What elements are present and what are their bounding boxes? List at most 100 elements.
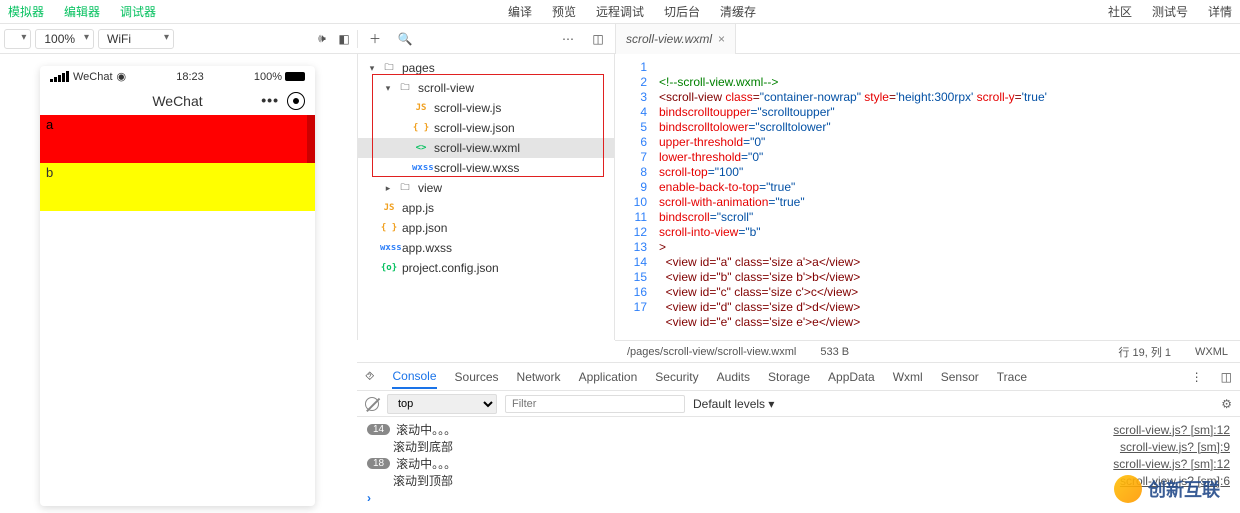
- btn-background[interactable]: 切后台: [664, 3, 700, 20]
- lang-mode[interactable]: WXML: [1195, 346, 1228, 358]
- carrier-label: WeChat: [73, 71, 113, 83]
- file-project-config[interactable]: {o}project.config.json: [358, 258, 614, 278]
- network-dropdown[interactable]: WiFi: [98, 29, 174, 49]
- btn-compile[interactable]: 编译: [508, 3, 532, 20]
- folder-icon: 🗀: [380, 60, 398, 76]
- log-row: 18滚动中。。。scroll-view.js? [sm]:12: [367, 455, 1230, 472]
- zoom-dropdown[interactable]: 100%: [35, 29, 94, 49]
- editor-statusbar: /pages/scroll-view/scroll-view.wxml 533 …: [615, 340, 1240, 362]
- file-scroll-view-wxml[interactable]: <>scroll-view.wxml: [358, 138, 614, 158]
- dt-more-icon[interactable]: ⋮: [1191, 370, 1203, 384]
- tab-simulator[interactable]: 模拟器: [8, 3, 44, 20]
- log-source-link[interactable]: scroll-view.js? [sm]:12: [1113, 457, 1230, 471]
- file-app-js[interactable]: JSapp.js: [358, 198, 614, 218]
- device-dropdown[interactable]: [4, 29, 31, 49]
- log-count-badge: 18: [367, 458, 390, 469]
- wifi-icon: ◉: [117, 70, 127, 83]
- devtools-panel: ⯑ Console Sources Network Application Se…: [357, 362, 1240, 510]
- search-icon[interactable]: 🔍: [396, 30, 414, 48]
- log-row: 14滚动中。。。scroll-view.js? [sm]:12: [367, 421, 1230, 438]
- phone-statusbar: WeChat ◉ 18:23 100%: [40, 66, 315, 87]
- btn-details[interactable]: 详情: [1208, 3, 1232, 20]
- dt-tab-console[interactable]: Console: [392, 369, 436, 389]
- folder-scroll-view[interactable]: ▾🗀scroll-view: [358, 78, 614, 98]
- dt-tab-trace[interactable]: Trace: [997, 370, 1027, 384]
- js-icon: JS: [412, 103, 430, 113]
- dt-tab-audits[interactable]: Audits: [717, 370, 750, 384]
- capsule-menu-icon[interactable]: •••: [261, 92, 279, 110]
- btn-community[interactable]: 社区: [1108, 3, 1132, 20]
- dt-tab-sources[interactable]: Sources: [455, 370, 499, 384]
- file-size: 533 B: [820, 346, 849, 358]
- dt-dock-icon[interactable]: ◫: [1221, 370, 1232, 384]
- code-editor[interactable]: 1234567891011121314151617 <!--scroll-vie…: [615, 54, 1240, 340]
- log-row: 滚动到顶部scroll-view.js? [sm]:6: [367, 472, 1230, 489]
- split-icon[interactable]: ◫: [589, 30, 607, 48]
- wxss-icon: wxss: [380, 243, 398, 253]
- file-app-wxss[interactable]: wxssapp.wxss: [358, 238, 614, 258]
- file-scroll-view-json[interactable]: { }scroll-view.json: [358, 118, 614, 138]
- context-select[interactable]: top: [387, 394, 497, 414]
- cursor-pos: 行 19, 列 1: [1118, 344, 1171, 360]
- top-tabs: 模拟器 编辑器 调试器 编译 预览 远程调试 切后台 清缓存 社区 测试号 详情: [0, 0, 1240, 24]
- btn-remote-debug[interactable]: 远程调试: [596, 3, 644, 20]
- btn-clear-cache[interactable]: 清缓存: [720, 3, 756, 20]
- simulator-pane: WeChat ◉ 18:23 100% WeChat ••• a b: [0, 54, 357, 340]
- btn-test-account[interactable]: 测试号: [1152, 3, 1188, 20]
- dt-tab-network[interactable]: Network: [517, 370, 561, 384]
- close-tab-icon[interactable]: ×: [718, 32, 725, 46]
- log-level-select[interactable]: Default levels ▾: [693, 397, 774, 411]
- dt-tab-wxml[interactable]: Wxml: [893, 370, 923, 384]
- dt-tab-security[interactable]: Security: [655, 370, 698, 384]
- more-icon[interactable]: ⋯: [559, 30, 577, 48]
- battery-label: 100%: [254, 71, 282, 83]
- filter-input[interactable]: [505, 395, 685, 413]
- watermark-logo-icon: [1114, 475, 1142, 503]
- file-path: /pages/scroll-view/scroll-view.wxml: [627, 346, 796, 358]
- folder-icon: 🗀: [396, 80, 414, 96]
- btn-preview[interactable]: 预览: [552, 3, 576, 20]
- file-tab-label: scroll-view.wxml: [626, 32, 712, 46]
- log-source-link[interactable]: scroll-view.js? [sm]:9: [1120, 440, 1230, 454]
- new-file-icon[interactable]: ＋: [366, 30, 384, 48]
- log-source-link[interactable]: scroll-view.js? [sm]:12: [1113, 423, 1230, 437]
- phone-titlebar: WeChat •••: [40, 87, 315, 115]
- file-scroll-view-wxss[interactable]: wxssscroll-view.wxss: [358, 158, 614, 178]
- clear-console-icon[interactable]: [365, 397, 379, 411]
- watermark: 创新互联: [1114, 475, 1220, 503]
- file-tab-scroll-view-wxml[interactable]: scroll-view.wxml ×: [616, 24, 736, 54]
- code-body[interactable]: <!--scroll-view.wxml--> <scroll-view cla…: [655, 54, 1240, 340]
- devtools-tabs: ⯑ Console Sources Network Application Se…: [357, 363, 1240, 391]
- dt-tab-sensor[interactable]: Sensor: [941, 370, 979, 384]
- folder-icon: 🗀: [396, 180, 414, 196]
- console-prompt-icon[interactable]: ›: [367, 491, 371, 505]
- tab-editor[interactable]: 编辑器: [64, 3, 100, 20]
- wxss-icon: wxss: [412, 163, 430, 173]
- time-label: 18:23: [176, 71, 204, 83]
- mute-icon[interactable]: 🕪: [313, 30, 331, 48]
- settings-icon[interactable]: ⚙: [1221, 397, 1232, 411]
- rotate-icon[interactable]: ◧: [335, 30, 353, 48]
- json-icon: { }: [380, 223, 398, 233]
- phone-preview[interactable]: WeChat ◉ 18:23 100% WeChat ••• a b: [40, 66, 315, 506]
- inspect-icon[interactable]: ⯑: [365, 369, 374, 384]
- dt-tab-application[interactable]: Application: [579, 370, 638, 384]
- file-scroll-view-js[interactable]: JSscroll-view.js: [358, 98, 614, 118]
- js-icon: JS: [380, 203, 398, 213]
- file-explorer: ▾🗀pages ▾🗀scroll-view JSscroll-view.js {…: [357, 54, 615, 340]
- file-app-json[interactable]: { }app.json: [358, 218, 614, 238]
- log-row: 滚动到底部scroll-view.js? [sm]:9: [367, 438, 1230, 455]
- capsule-close-icon[interactable]: [287, 92, 305, 110]
- folder-view[interactable]: ▸🗀view: [358, 178, 614, 198]
- console-output[interactable]: 14滚动中。。。scroll-view.js? [sm]:12 滚动到底部scr…: [357, 417, 1240, 510]
- console-toolbar: top Default levels ▾ ⚙: [357, 391, 1240, 417]
- log-count-badge: 14: [367, 424, 390, 435]
- view-b: b: [40, 163, 315, 211]
- dt-tab-appdata[interactable]: AppData: [828, 370, 875, 384]
- tab-debugger[interactable]: 调试器: [120, 3, 156, 20]
- scroll-view-content[interactable]: a b: [40, 115, 315, 211]
- folder-pages[interactable]: ▾🗀pages: [358, 58, 614, 78]
- json-icon: { }: [412, 123, 430, 133]
- dt-tab-storage[interactable]: Storage: [768, 370, 810, 384]
- battery-icon: [285, 72, 305, 81]
